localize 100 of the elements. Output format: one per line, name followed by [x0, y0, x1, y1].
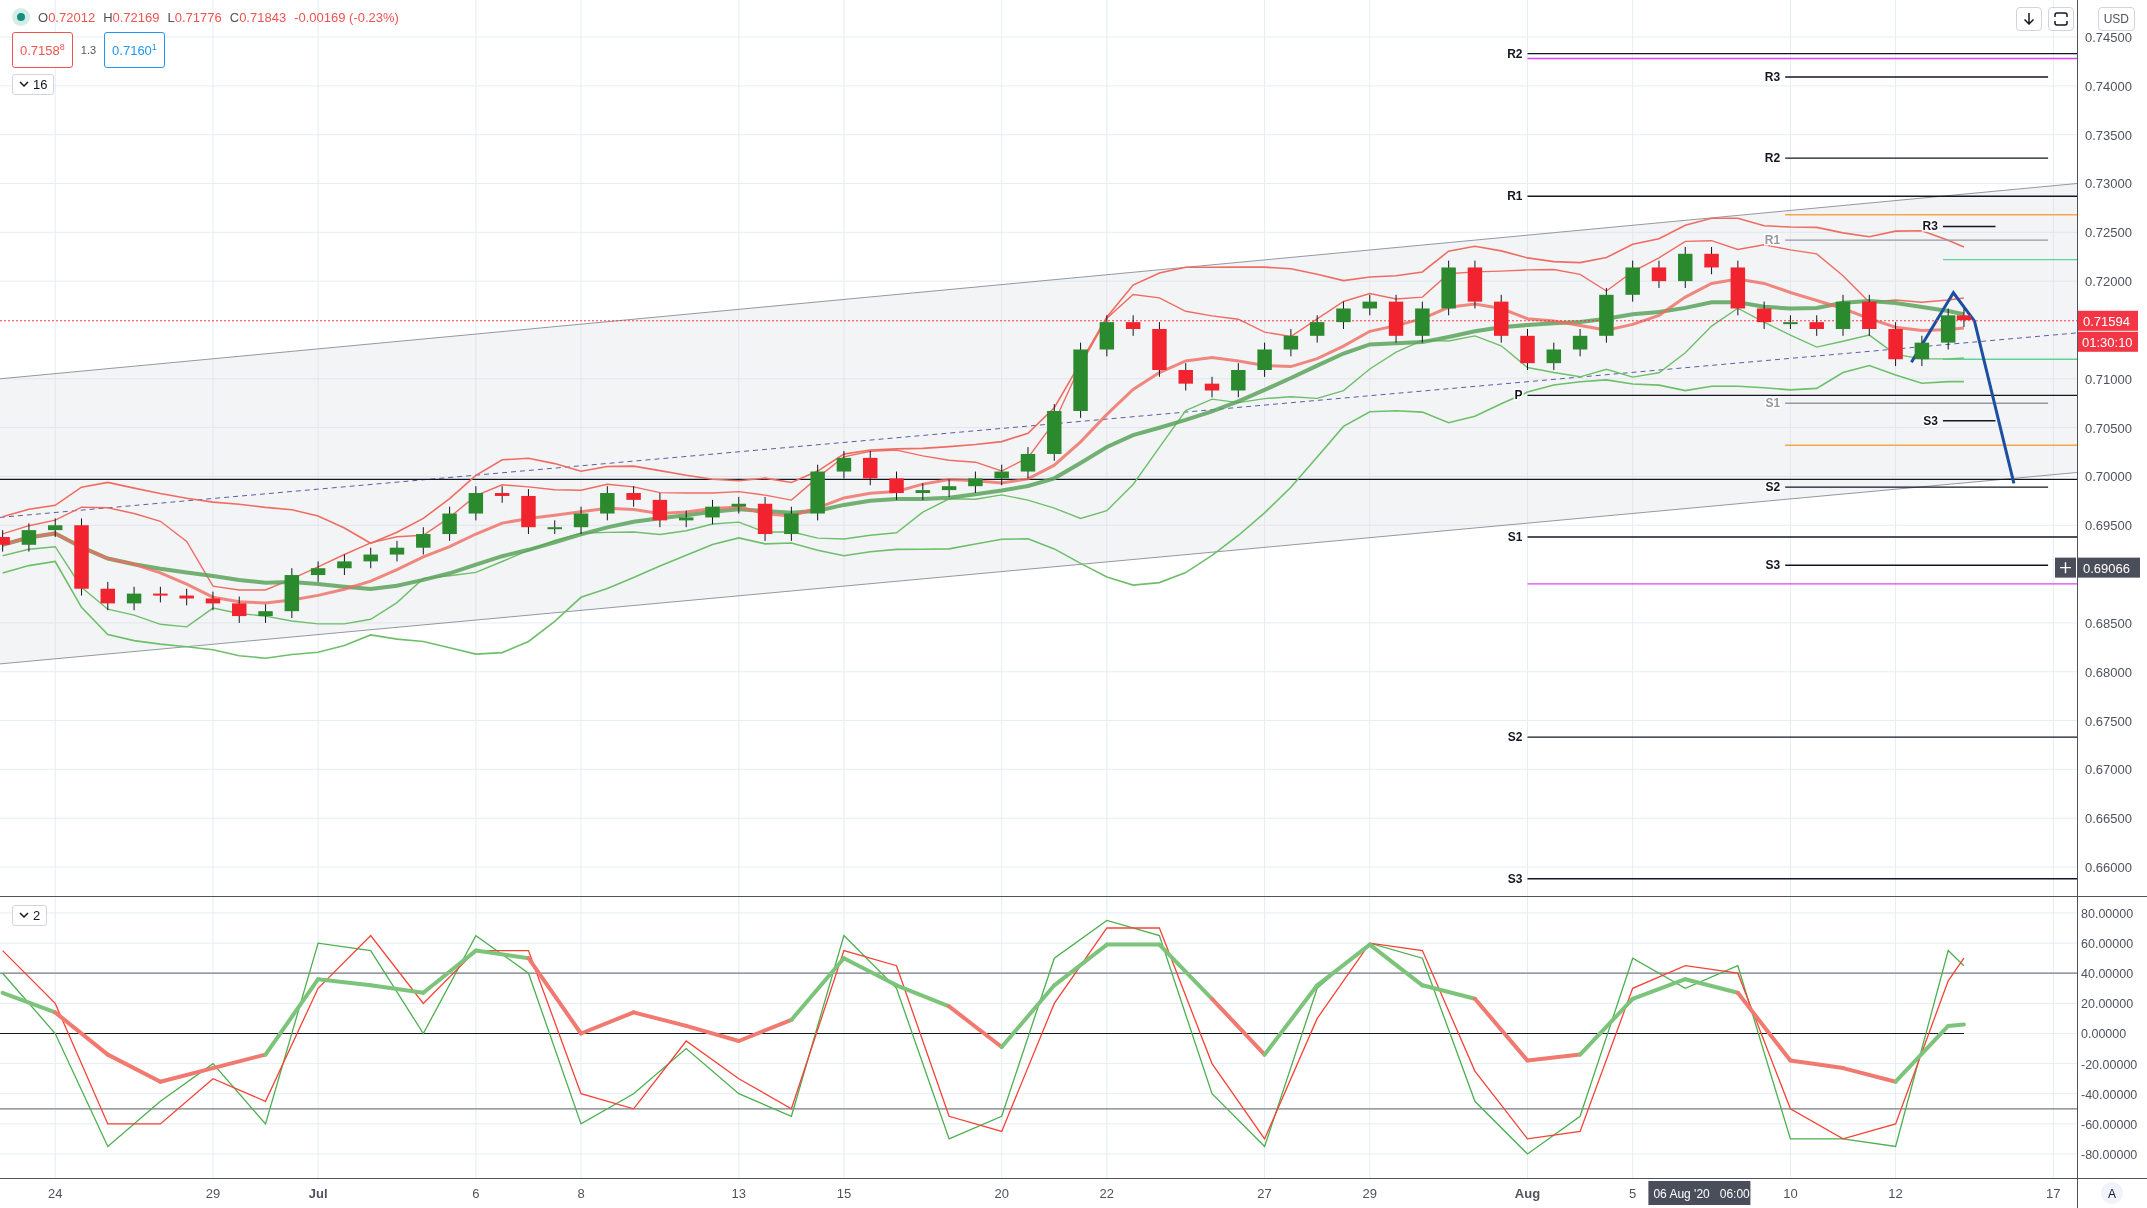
price-axis-label: 0.74500 [2085, 30, 2132, 45]
time-axis-label: 20 [994, 1186, 1009, 1201]
pivot-label: S3 [1507, 871, 1523, 886]
price-change: -0.00169 (-0.23%) [294, 9, 399, 25]
pivot-line [1942, 420, 1997, 422]
chevron-icon [19, 912, 29, 919]
candle [21, 522, 37, 553]
oscillator-axis-label: 0.00000 [2081, 1027, 2127, 1042]
candle [363, 547, 378, 569]
frame-icon [2053, 12, 2068, 26]
oscillator-axis-label: 60.00000 [2081, 937, 2134, 952]
time-axis-label: 12 [1888, 1186, 1903, 1201]
price-axis-label: 0.70500 [2085, 420, 2132, 436]
candle [1783, 314, 1798, 330]
candle [284, 567, 300, 619]
pivot-label: S2 [1507, 730, 1523, 745]
candle [1546, 342, 1562, 371]
oscillator-axis-label: -40.00000 [2081, 1087, 2138, 1102]
candle [468, 485, 484, 521]
price-axis-label: 0.73000 [2085, 176, 2132, 192]
candle [678, 510, 694, 528]
last-price-tag: 0.71594 [2078, 310, 2138, 331]
candle [1388, 294, 1404, 344]
candle [1678, 246, 1693, 289]
candle [941, 478, 957, 498]
candle [1441, 260, 1456, 316]
price-axis-label: 0.72500 [2085, 225, 2132, 241]
time-axis-label: 29 [205, 1186, 221, 1201]
oscillator-axis-label: 20.00000 [2081, 997, 2134, 1012]
price-axis-label: 0.70000 [2085, 469, 2132, 485]
candle [863, 450, 878, 486]
candle [705, 499, 720, 525]
candle [0, 529, 10, 553]
sell-price-button[interactable]: 0.7158$^{8}$ [12, 32, 73, 69]
price-axis-label: 0.67500 [2085, 713, 2132, 729]
pivot-label: S3 [1765, 558, 1781, 573]
price-axis-label: 0.69500 [2085, 518, 2132, 534]
indicators-toggle[interactable]: 16 [12, 74, 55, 96]
down-arrow-button[interactable] [2015, 7, 2042, 31]
plus-button[interactable] [2055, 557, 2076, 578]
time-axis-label: 15 [836, 1186, 852, 1201]
candle [1888, 321, 1903, 367]
candle [968, 471, 983, 494]
price-axis-label: 0.66000 [2085, 860, 2132, 875]
price-axis-label: 0.73500 [2085, 127, 2132, 143]
candle [126, 586, 142, 611]
candle [1178, 362, 1193, 391]
price-axis-label: 0.66500 [2085, 811, 2132, 827]
status-dot-icon [12, 8, 30, 26]
candle [179, 588, 194, 606]
time-axis-label: 22 [1099, 1186, 1115, 1201]
candle [836, 450, 852, 479]
pivot-label: S1 [1765, 396, 1781, 411]
candle [1651, 260, 1667, 289]
candle [1467, 260, 1483, 309]
price-axis-label: 0.68500 [2085, 615, 2132, 631]
time-axis-label: 13 [731, 1186, 746, 1201]
crosshair-price-tag: 0.69066 [2078, 557, 2140, 578]
currency-button[interactable]: USD [2097, 7, 2135, 31]
time-axis-label: 24 [48, 1186, 63, 1201]
candle [1257, 342, 1272, 378]
pivot-label: S1 [1507, 529, 1523, 544]
candle [100, 581, 115, 611]
indicators-toggle[interactable]: 2 [12, 905, 48, 926]
candle [1599, 287, 1614, 344]
candle [521, 488, 536, 535]
time-axis-label: 27 [1257, 1186, 1272, 1201]
candle [573, 506, 589, 535]
price-axis-label: 0.71000 [2085, 371, 2132, 387]
price-axis-label: 0.67000 [2085, 762, 2132, 778]
candle [442, 506, 457, 542]
candle [1520, 328, 1535, 371]
candle [1309, 314, 1325, 344]
time-axis-label: 6 [472, 1186, 480, 1201]
pivot-label: R1 [1507, 189, 1523, 204]
pivot-label: R2 [1507, 46, 1523, 61]
candle [810, 464, 825, 521]
oscillator-axis-label: -60.00000 [2081, 1117, 2138, 1132]
pivot-line [1942, 225, 1997, 228]
candle [1809, 314, 1824, 337]
candle [1756, 301, 1772, 330]
candle [731, 496, 746, 515]
candle [258, 603, 273, 624]
candle [1572, 328, 1588, 357]
candle [1283, 328, 1299, 357]
pivot-label: S2 [1765, 480, 1781, 495]
candle [1415, 301, 1430, 344]
auto-scale-button[interactable]: A [2101, 1182, 2123, 1204]
candle [1020, 446, 1036, 479]
pivot-label: R3 [1764, 70, 1781, 85]
frame-button[interactable] [2047, 7, 2074, 31]
ohlc-value: L0.71776 [167, 9, 222, 25]
candle [1099, 314, 1115, 357]
spread-value: 1.3 [80, 44, 97, 57]
oscillator-axis-label: -20.00000 [2081, 1057, 2138, 1072]
time-axis-label: 10 [1783, 1186, 1798, 1201]
oscillator-axis-label: -80.00000 [2081, 1148, 2138, 1162]
candle [1204, 376, 1220, 398]
candle [1231, 362, 1246, 398]
candle [757, 496, 773, 542]
